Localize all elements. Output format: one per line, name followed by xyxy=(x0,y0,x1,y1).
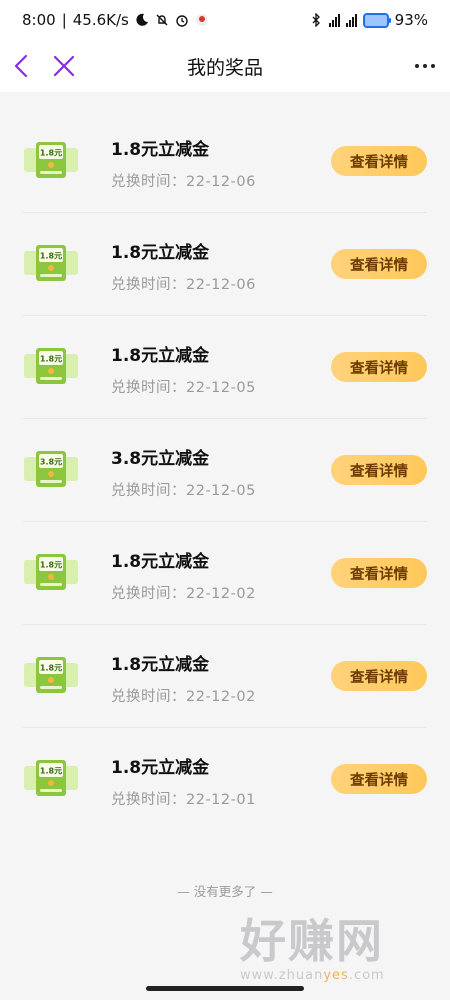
view-details-button[interactable]: 查看详情 xyxy=(331,661,427,691)
view-details-button[interactable]: 查看详情 xyxy=(331,455,427,485)
close-button[interactable] xyxy=(51,53,77,79)
view-details-button[interactable]: 查看详情 xyxy=(331,558,427,588)
prize-title: 1.8元立减金 xyxy=(111,655,210,675)
coupon-thumbnail-icon: 1.8元 xyxy=(24,142,78,178)
signal-2-icon xyxy=(345,13,357,27)
prize-item: 1.8元 1.8元立减金兑换时间：22-12-06 查看详情 xyxy=(23,110,427,213)
redeem-date: 22-12-02 xyxy=(186,689,256,705)
redeem-time-label: 兑换时间： xyxy=(111,689,186,705)
battery-level: 93% xyxy=(394,11,428,29)
redeem-time: 兑换时间：22-12-06 xyxy=(111,170,256,191)
svg-text:1.8元: 1.8元 xyxy=(40,355,62,364)
moon-icon xyxy=(136,13,148,26)
view-details-button[interactable]: 查看详情 xyxy=(331,352,427,382)
watermark-logo: 好赚网 www.zhuanyes.com xyxy=(240,918,440,990)
view-details-button[interactable]: 查看详情 xyxy=(331,249,427,279)
battery-icon xyxy=(362,12,391,28)
prize-item: 1.8元 1.8元立减金兑换时间：22-12-06 查看详情 xyxy=(23,213,427,316)
view-details-button[interactable]: 查看详情 xyxy=(331,146,427,176)
back-button[interactable] xyxy=(10,53,34,79)
redeem-time: 兑换时间：22-12-01 xyxy=(111,788,256,809)
no-more-text: — 没有更多了 — xyxy=(177,884,273,899)
redeem-date: 22-12-02 xyxy=(186,586,256,602)
prize-item: 1.8元 1.8元立减金兑换时间：22-12-05 查看详情 xyxy=(23,316,427,419)
prize-item: 1.8元 1.8元立减金兑换时间：22-12-02 查看详情 xyxy=(23,625,427,728)
watermark-sub-prefix: www.zhuan xyxy=(240,968,324,983)
redeem-time: 兑换时间：22-12-06 xyxy=(111,273,256,294)
redeem-time: 兑换时间：22-12-02 xyxy=(111,685,256,706)
redeem-date: 22-12-06 xyxy=(186,174,256,190)
coupon-thumbnail-icon: 1.8元 xyxy=(24,348,78,384)
coupon-thumbnail-icon: 3.8元 xyxy=(24,451,78,487)
bluetooth-icon xyxy=(312,13,320,27)
prize-title: 1.8元立减金 xyxy=(111,346,210,366)
alarm-icon xyxy=(176,15,188,27)
redeem-time-label: 兑换时间： xyxy=(111,277,186,293)
coupon-thumbnail-icon: 1.8元 xyxy=(24,554,78,590)
redeem-time-label: 兑换时间： xyxy=(111,586,186,602)
prize-list: 1.8元 1.8元立减金 兑换时间：22-12-06 查看详情 1.8元 1.8元立减金兑… xyxy=(0,110,450,830)
svg-text:1.8元: 1.8元 xyxy=(40,561,62,570)
redeem-date: 22-12-06 xyxy=(186,277,256,293)
prize-item: 3.8元 3.8元立减金兑换时间：22-12-05 查看详情 xyxy=(23,419,427,522)
redeem-time-label: 兑换时间： xyxy=(111,174,186,190)
mute-bell-icon xyxy=(156,14,168,26)
svg-text:1.8元: 1.8元 xyxy=(40,149,62,158)
app-notification-icon xyxy=(195,14,208,26)
prize-title: 1.8元立减金 xyxy=(111,140,210,160)
redeem-time-label: 兑换时间： xyxy=(111,483,186,499)
redeem-date: 22-12-01 xyxy=(186,792,256,808)
redeem-time: 兑换时间：22-12-05 xyxy=(111,376,256,397)
svg-text:1.8元: 1.8元 xyxy=(40,767,62,776)
svg-text:1.8元: 1.8元 xyxy=(40,664,62,673)
prize-title: 1.8元立减金 xyxy=(111,552,210,572)
prize-item: 1.8元 1.8元立减金兑换时间：22-12-01 查看详情 xyxy=(23,728,427,830)
signal-icon xyxy=(328,13,340,27)
redeem-time: 兑换时间：22-12-02 xyxy=(111,582,256,603)
page-title: 我的奖品 xyxy=(186,56,263,79)
status-left: 8:00 | 45.6K/s xyxy=(22,11,209,29)
redeem-time: 兑换时间：22-12-05 xyxy=(111,479,256,500)
prize-title: 1.8元立减金 xyxy=(111,243,210,263)
app-header: 我的奖品 xyxy=(0,40,450,92)
status-bar: 8:00 | 45.6K/s 93% xyxy=(0,0,450,40)
prize-title: 3.8元立减金 xyxy=(111,449,210,469)
home-indicator[interactable] xyxy=(146,986,304,991)
status-right: 93% xyxy=(309,11,428,29)
redeem-date: 22-12-05 xyxy=(186,380,256,396)
watermark-sub-highlight: yes xyxy=(323,968,349,983)
coupon-thumbnail-icon: 1.8元 xyxy=(24,245,78,281)
status-speed: 45.6K/s xyxy=(72,11,129,29)
coupon-thumbnail-icon: 1.8元 xyxy=(24,657,78,693)
watermark-main: 好赚网 xyxy=(240,914,384,968)
more-options-button[interactable] xyxy=(412,53,438,79)
svg-text:1.8元: 1.8元 xyxy=(40,252,62,261)
redeem-date: 22-12-05 xyxy=(186,483,256,499)
prize-item: 1.8元 1.8元立减金兑换时间：22-12-02 查看详情 xyxy=(23,522,427,625)
svg-text:3.8元: 3.8元 xyxy=(40,458,62,467)
watermark-sub: www.zhuanyes.com xyxy=(240,968,440,983)
redeem-time-label: 兑换时间： xyxy=(111,380,186,396)
status-time: 8:00 xyxy=(22,11,56,29)
redeem-time-label: 兑换时间： xyxy=(111,792,186,808)
view-details-button[interactable]: 查看详情 xyxy=(331,764,427,794)
coupon-thumbnail-icon: 1.8元 xyxy=(24,760,78,796)
prize-title: 1.8元立减金 xyxy=(111,758,210,778)
status-separator: | xyxy=(61,11,67,29)
watermark-sub-suffix: .com xyxy=(348,968,385,983)
